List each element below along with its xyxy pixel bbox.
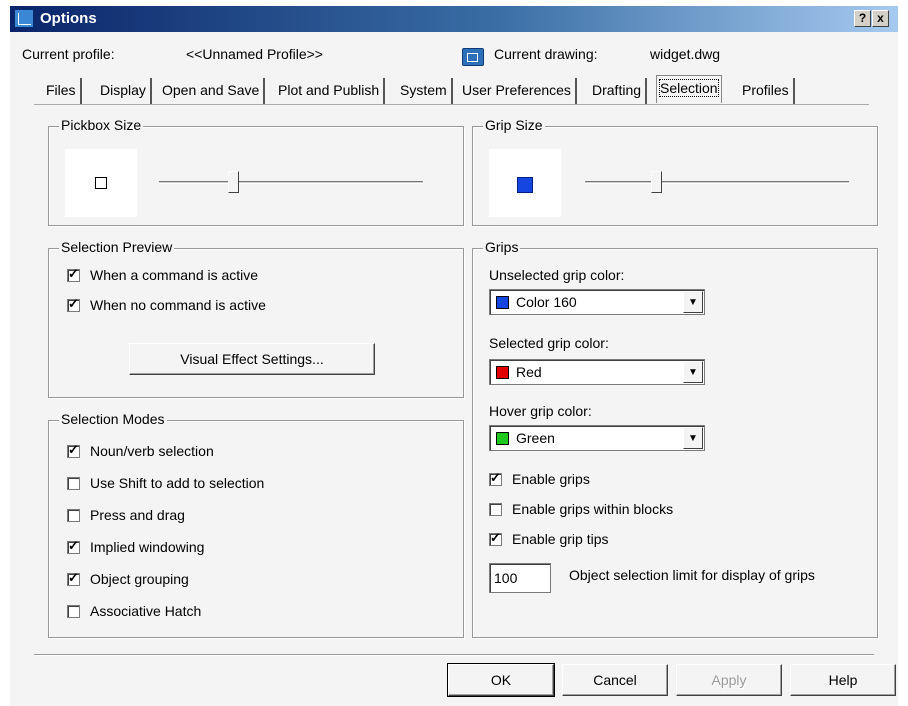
apply-button[interactable]: Apply <box>676 664 782 696</box>
unselected-grip-color-value: Color 160 <box>516 294 577 310</box>
unselected-grip-color-label: Unselected grip color: <box>489 267 625 283</box>
noun-verb-selection-checkbox[interactable] <box>67 442 80 458</box>
window-title: Options <box>40 10 97 27</box>
selection-preview-title: Selection Preview <box>59 239 175 255</box>
tab-drafting[interactable]: Drafting <box>588 78 648 104</box>
pickbox-slider-thumb[interactable] <box>227 171 239 193</box>
options-dialog: Current profile: <<Unnamed Profile>> Cur… <box>10 32 898 706</box>
pickbox-preview-square <box>95 177 107 189</box>
autocad-options-icon <box>14 9 34 28</box>
selection-modes-title: Selection Modes <box>59 411 167 427</box>
selection-modes-group: Selection Modes Noun/verb selection Use … <box>48 411 464 638</box>
help-title-button[interactable]: ? <box>854 10 871 27</box>
selected-grip-color-select[interactable]: Red ▼ <box>489 359 705 385</box>
unselected-grip-color-select[interactable]: Color 160 ▼ <box>489 289 705 315</box>
current-drawing-label: Current drawing: <box>494 46 598 62</box>
shift-add-selection-checkbox[interactable] <box>67 476 80 490</box>
hover-grip-swatch <box>496 432 509 445</box>
implied-windowing-checkbox[interactable] <box>67 538 80 554</box>
grips-title: Grips <box>483 239 521 255</box>
cancel-button[interactable]: Cancel <box>562 664 668 696</box>
current-profile-label: Current profile: <box>22 46 115 62</box>
visual-effect-settings-button[interactable]: Visual Effect Settings... <box>129 343 375 375</box>
enable-grips-option[interactable]: Enable grips <box>489 470 590 487</box>
shift-add-selection-option[interactable]: Use Shift to add to selection <box>67 475 264 491</box>
preview-command-active-label: When a command is active <box>90 267 259 283</box>
unselected-grip-swatch <box>496 296 509 309</box>
tab-user-preferences[interactable]: User Preferences <box>458 78 577 104</box>
tab-selection[interactable]: Selection <box>656 75 722 103</box>
tab-plot-and-publish[interactable]: Plot and Publish <box>274 78 386 104</box>
pickbox-size-group: Pickbox Size <box>48 117 464 226</box>
selection-preview-group: Selection Preview When a command is acti… <box>48 239 464 398</box>
grip-size-preview <box>489 149 561 217</box>
enable-grips-checkbox[interactable] <box>489 470 502 486</box>
enable-grips-blocks-label: Enable grips within blocks <box>512 501 674 517</box>
press-and-drag-label: Press and drag <box>90 507 185 523</box>
tab-selection-label: Selection <box>659 79 719 97</box>
enable-grips-blocks-option[interactable]: Enable grips within blocks <box>489 501 673 517</box>
grip-size-group: Grip Size <box>472 117 878 226</box>
preview-command-active-checkbox[interactable] <box>67 266 80 282</box>
enable-grip-tips-checkbox[interactable] <box>489 530 502 546</box>
tab-system[interactable]: System <box>396 78 453 104</box>
preview-no-command-checkbox[interactable] <box>67 296 80 312</box>
close-title-button[interactable]: x <box>872 10 889 27</box>
pickbox-preview <box>65 149 137 217</box>
press-and-drag-option[interactable]: Press and drag <box>67 507 185 523</box>
pickbox-slider-track[interactable] <box>159 181 423 184</box>
title-bar: Options ? x <box>10 6 898 32</box>
preview-command-active-option[interactable]: When a command is active <box>67 266 259 283</box>
enable-grips-label: Enable grips <box>512 471 590 487</box>
hover-grip-color-select[interactable]: Green ▼ <box>489 425 705 451</box>
implied-windowing-label: Implied windowing <box>90 539 205 555</box>
button-separator <box>34 654 874 656</box>
object-grouping-option[interactable]: Object grouping <box>67 570 189 587</box>
chevron-down-icon[interactable]: ▼ <box>683 291 703 313</box>
current-profile-value: <<Unnamed Profile>> <box>186 46 323 62</box>
associative-hatch-checkbox[interactable] <box>67 604 80 618</box>
hover-grip-color-label: Hover grip color: <box>489 403 592 419</box>
noun-verb-selection-option[interactable]: Noun/verb selection <box>67 442 214 459</box>
implied-windowing-option[interactable]: Implied windowing <box>67 538 205 555</box>
associative-hatch-option[interactable]: Associative Hatch <box>67 603 201 619</box>
tab-open-and-save[interactable]: Open and Save <box>158 78 266 104</box>
help-button[interactable]: Help <box>790 664 896 696</box>
enable-grip-tips-label: Enable grip tips <box>512 531 609 547</box>
tab-profiles[interactable]: Profiles <box>738 78 795 104</box>
pickbox-size-title: Pickbox Size <box>59 117 144 133</box>
grip-object-limit-input[interactable]: 100 <box>489 563 551 593</box>
drawing-file-icon <box>462 48 484 66</box>
selected-grip-color-label: Selected grip color: <box>489 335 609 351</box>
enable-grips-blocks-checkbox[interactable] <box>489 502 502 516</box>
object-grouping-checkbox[interactable] <box>67 570 80 586</box>
noun-verb-selection-label: Noun/verb selection <box>90 443 214 459</box>
selected-grip-color-value: Red <box>516 364 542 380</box>
current-drawing-value: widget.dwg <box>650 46 721 62</box>
grip-object-limit-label: Object selection limit for display of gr… <box>569 567 815 583</box>
tab-display[interactable]: Display <box>96 78 152 104</box>
associative-hatch-label: Associative Hatch <box>90 603 202 619</box>
hover-grip-color-value: Green <box>516 430 555 446</box>
preview-no-command-option[interactable]: When no command is active <box>67 296 266 313</box>
grip-size-title: Grip Size <box>483 117 545 133</box>
enable-grip-tips-option[interactable]: Enable grip tips <box>489 530 609 547</box>
chevron-down-icon[interactable]: ▼ <box>683 427 703 449</box>
object-grouping-label: Object grouping <box>90 571 189 587</box>
grip-size-slider-track[interactable] <box>585 181 849 184</box>
grip-size-slider-thumb[interactable] <box>651 171 663 193</box>
tab-files[interactable]: Files <box>42 78 82 104</box>
press-and-drag-checkbox[interactable] <box>67 508 80 522</box>
preview-no-command-label: When no command is active <box>90 297 266 313</box>
grip-size-preview-square <box>517 177 533 193</box>
shift-add-selection-label: Use Shift to add to selection <box>90 475 265 491</box>
chevron-down-icon[interactable]: ▼ <box>683 361 703 383</box>
tab-divider <box>34 104 869 105</box>
ok-button[interactable]: OK <box>447 663 555 697</box>
selected-grip-swatch <box>496 366 509 379</box>
grips-group: Grips Unselected grip color: Color 160 ▼… <box>472 239 878 638</box>
